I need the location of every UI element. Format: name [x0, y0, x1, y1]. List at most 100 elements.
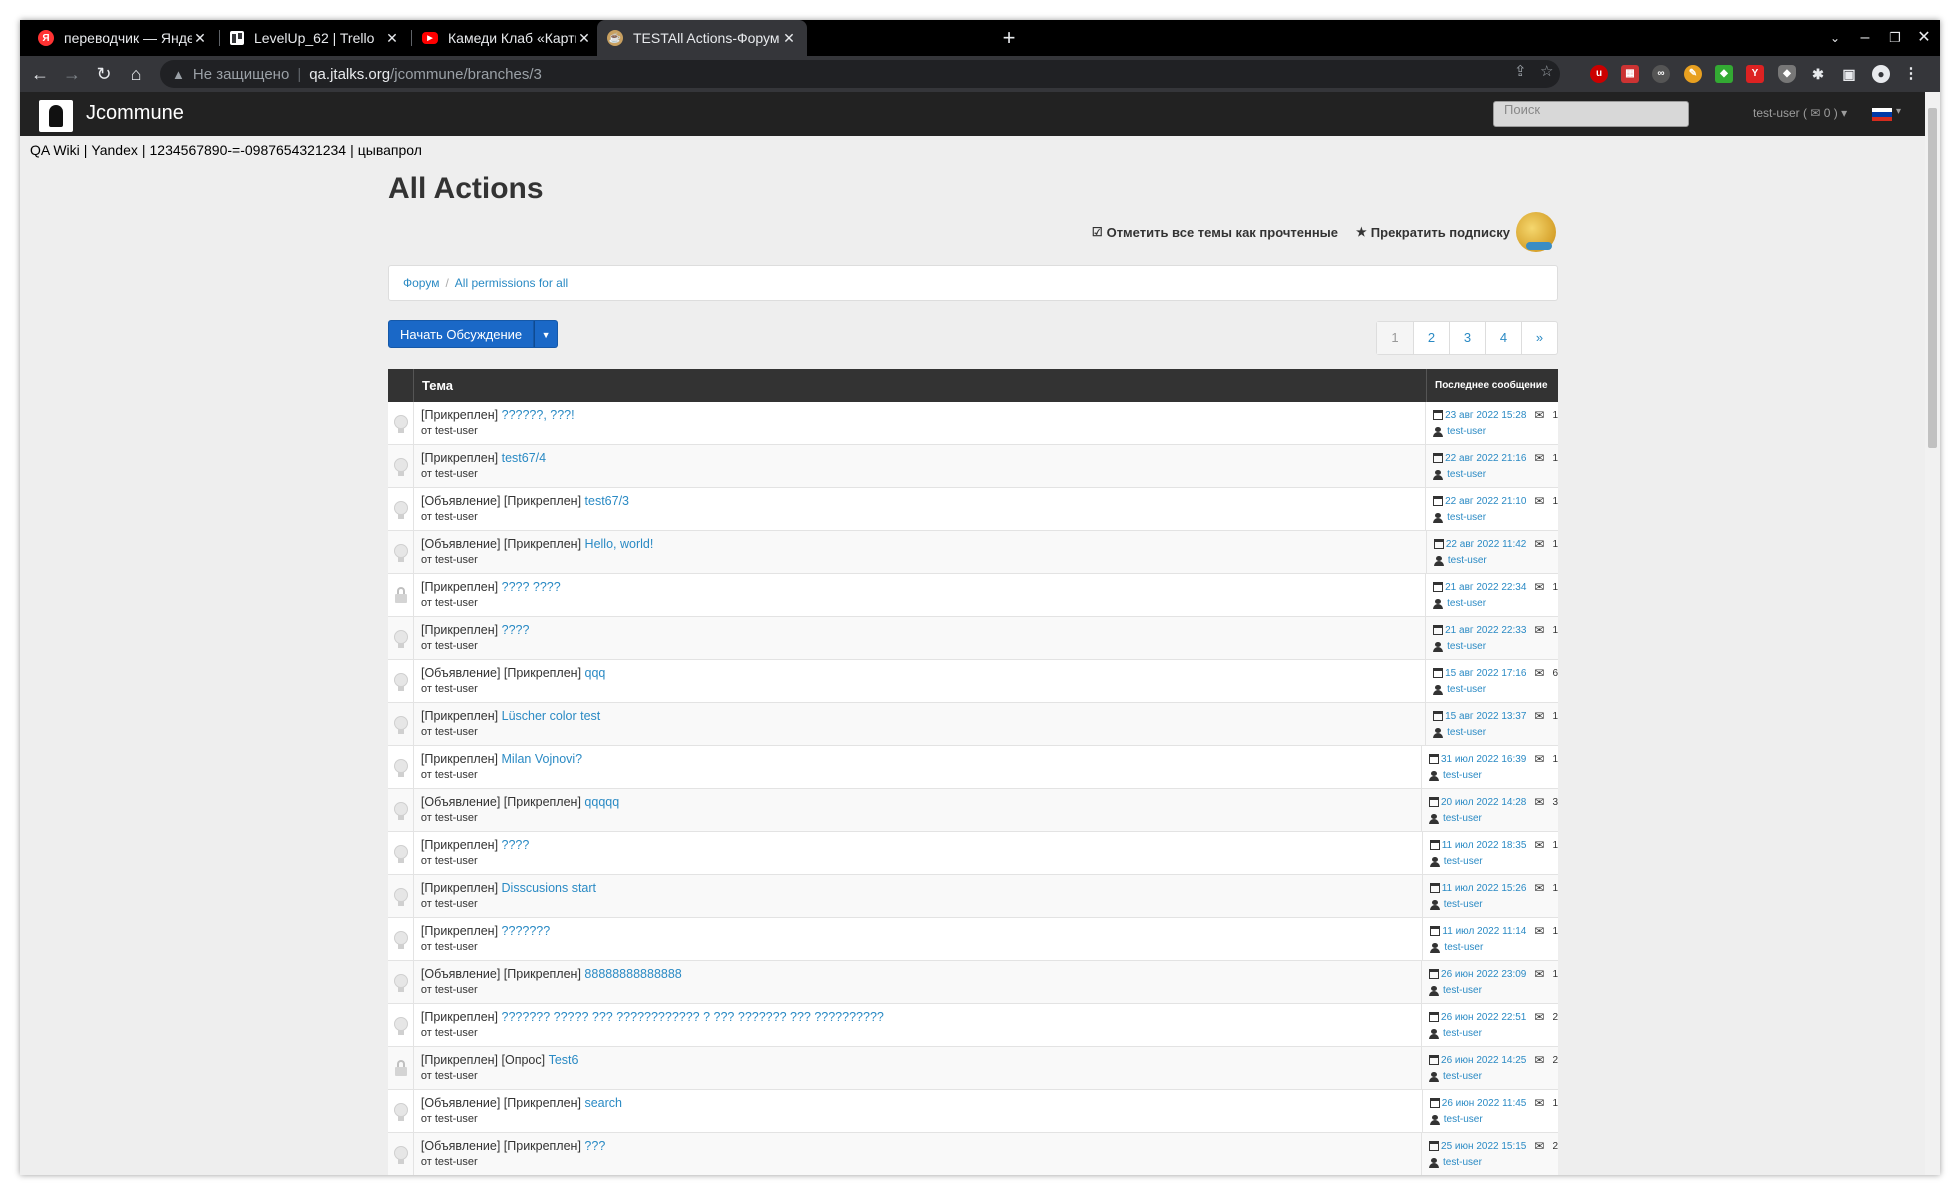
- extension-icon[interactable]: ∞: [1652, 65, 1670, 83]
- author-link[interactable]: test-user: [435, 597, 478, 609]
- last-message-date-link[interactable]: 22 авг 2022 21:10: [1445, 496, 1526, 507]
- last-user-link[interactable]: test-user: [1447, 684, 1486, 695]
- last-message-date-link[interactable]: 23 авг 2022 15:28: [1445, 410, 1526, 421]
- last-message-date-link[interactable]: 22 авг 2022 11:42: [1446, 539, 1527, 550]
- back-button[interactable]: ←: [26, 60, 54, 88]
- topic-title-link[interactable]: search: [584, 1096, 622, 1110]
- tab-trello[interactable]: LevelUp_62 | Trello ✕: [220, 20, 410, 56]
- last-user-link[interactable]: test-user: [1447, 426, 1486, 437]
- brand-link[interactable]: Jcommune: [86, 102, 184, 125]
- sidebar-icon[interactable]: ▣: [1840, 65, 1858, 83]
- author-link[interactable]: test-user: [435, 812, 478, 824]
- last-user-link[interactable]: test-user: [1444, 1114, 1483, 1125]
- page-next[interactable]: »: [1521, 322, 1557, 354]
- topic-title-link[interactable]: test67/3: [585, 494, 629, 508]
- last-user-link[interactable]: test-user: [1444, 856, 1483, 867]
- profile-icon[interactable]: ●: [1872, 65, 1890, 83]
- tab-youtube[interactable]: ▶ Камеди Клаб «Картина» Гар ✕: [412, 20, 602, 56]
- close-tab-icon[interactable]: ✕: [192, 30, 208, 47]
- last-user-link[interactable]: test-user: [1447, 641, 1486, 652]
- forward-button[interactable]: →: [58, 60, 86, 88]
- menu-icon[interactable]: ⋮: [1902, 65, 1920, 83]
- topic-title-link[interactable]: ??????, ???!: [502, 408, 575, 422]
- last-message-date-link[interactable]: 20 июл 2022 14:28: [1441, 797, 1526, 808]
- new-tab-button[interactable]: +: [995, 24, 1023, 52]
- author-link[interactable]: test-user: [435, 984, 478, 996]
- author-link[interactable]: test-user: [435, 554, 478, 566]
- last-user-link[interactable]: test-user: [1443, 770, 1482, 781]
- author-link[interactable]: test-user: [435, 468, 478, 480]
- chevron-down-icon[interactable]: ▼: [534, 320, 559, 348]
- tab-jcommune[interactable]: ☕ TESTAll Actions-Форум Jcomm ✕: [597, 20, 807, 56]
- last-message-date-link[interactable]: 25 июн 2022 15:15: [1441, 1141, 1526, 1152]
- topic-title-link[interactable]: qqqqq: [584, 795, 619, 809]
- breadcrumb-forum[interactable]: Форум: [403, 276, 439, 290]
- last-user-link[interactable]: test-user: [1448, 555, 1487, 566]
- last-user-link[interactable]: test-user: [1443, 985, 1482, 996]
- author-link[interactable]: test-user: [435, 855, 478, 867]
- author-link[interactable]: test-user: [435, 511, 478, 523]
- author-link[interactable]: test-user: [435, 898, 478, 910]
- last-message-date-link[interactable]: 26 июн 2022 11:45: [1442, 1098, 1527, 1109]
- last-message-date-link[interactable]: 26 июн 2022 14:25: [1441, 1055, 1526, 1066]
- last-message-date-link[interactable]: 26 июн 2022 22:51: [1441, 1012, 1526, 1023]
- extension-icon[interactable]: ◆: [1715, 65, 1733, 83]
- last-message-date-link[interactable]: 11 июл 2022 15:26: [1442, 883, 1527, 894]
- scrollbar[interactable]: [1925, 92, 1940, 1175]
- topic-title-link[interactable]: ???? ????: [502, 580, 561, 594]
- last-message-date-link[interactable]: 21 авг 2022 22:34: [1445, 582, 1526, 593]
- topic-title-link[interactable]: Lüscher color test: [502, 709, 601, 723]
- last-message-date-link[interactable]: 22 авг 2022 21:16: [1445, 453, 1526, 464]
- scrollbar-thumb[interactable]: [1928, 108, 1937, 448]
- last-user-link[interactable]: test-user: [1443, 813, 1482, 824]
- topic-title-link[interactable]: 88888888888888: [584, 967, 681, 981]
- logo-icon[interactable]: [39, 100, 73, 132]
- author-link[interactable]: test-user: [435, 769, 478, 781]
- author-link[interactable]: test-user: [435, 941, 478, 953]
- search-input[interactable]: Поиск: [1493, 101, 1689, 127]
- last-user-link[interactable]: test-user: [1443, 1028, 1482, 1039]
- shield-icon[interactable]: ◆: [1778, 65, 1796, 83]
- close-tab-icon[interactable]: ✕: [384, 30, 400, 47]
- page-3[interactable]: 3: [1449, 322, 1485, 354]
- topic-title-link[interactable]: ??????? ????? ??? ???????????? ? ??? ???…: [502, 1010, 884, 1024]
- author-link[interactable]: test-user: [435, 425, 478, 437]
- last-user-link[interactable]: test-user: [1447, 598, 1486, 609]
- last-message-date-link[interactable]: 21 авг 2022 22:33: [1445, 625, 1526, 636]
- topic-title-link[interactable]: Test6: [549, 1053, 579, 1067]
- author-link[interactable]: test-user: [435, 640, 478, 652]
- topic-title-link[interactable]: Hello, world!: [585, 537, 654, 551]
- share-icon[interactable]: ⇪: [1514, 62, 1527, 80]
- warning-icon[interactable]: ▲: [172, 67, 185, 82]
- yandex-extension-icon[interactable]: Y: [1746, 65, 1764, 83]
- close-tab-icon[interactable]: ✕: [576, 30, 592, 47]
- last-user-link[interactable]: test-user: [1444, 942, 1483, 953]
- author-link[interactable]: test-user: [435, 726, 478, 738]
- topic-title-link[interactable]: Milan Vojnovi?: [502, 752, 583, 766]
- author-link[interactable]: test-user: [435, 683, 478, 695]
- topic-title-link[interactable]: qqq: [585, 666, 606, 680]
- puzzle-icon[interactable]: ✱: [1809, 65, 1827, 83]
- topic-title-link[interactable]: ????: [502, 838, 530, 852]
- unsubscribe-button[interactable]: ★ Прекратить подписку: [1356, 225, 1510, 240]
- last-user-link[interactable]: test-user: [1447, 469, 1486, 480]
- last-message-date-link[interactable]: 31 июл 2022 16:39: [1441, 754, 1526, 765]
- last-user-link[interactable]: test-user: [1443, 1071, 1482, 1082]
- close-window-button[interactable]: ✕: [1906, 20, 1940, 56]
- ublock-extension-icon[interactable]: u: [1590, 65, 1608, 83]
- link-numeric[interactable]: 1234567890-=-0987654321234: [150, 142, 347, 158]
- last-message-date-link[interactable]: 26 июн 2022 23:09: [1441, 969, 1526, 980]
- last-message-date-link[interactable]: 15 авг 2022 17:16: [1445, 668, 1526, 679]
- author-link[interactable]: test-user: [435, 1113, 478, 1125]
- author-link[interactable]: test-user: [435, 1070, 478, 1082]
- home-button[interactable]: ⌂: [122, 60, 150, 88]
- link-custom[interactable]: цывапрол: [358, 142, 422, 158]
- last-message-date-link[interactable]: 11 июл 2022 11:14: [1442, 926, 1526, 937]
- new-topic-button[interactable]: Начать Обсуждение: [388, 320, 535, 348]
- rss-feed-icon[interactable]: [1516, 212, 1556, 252]
- language-flag-icon[interactable]: [1872, 108, 1892, 121]
- page-1[interactable]: 1: [1377, 322, 1413, 354]
- topic-title-link[interactable]: ???: [584, 1139, 605, 1153]
- last-message-date-link[interactable]: 11 июл 2022 18:35: [1442, 840, 1527, 851]
- close-tab-icon[interactable]: ✕: [781, 30, 797, 47]
